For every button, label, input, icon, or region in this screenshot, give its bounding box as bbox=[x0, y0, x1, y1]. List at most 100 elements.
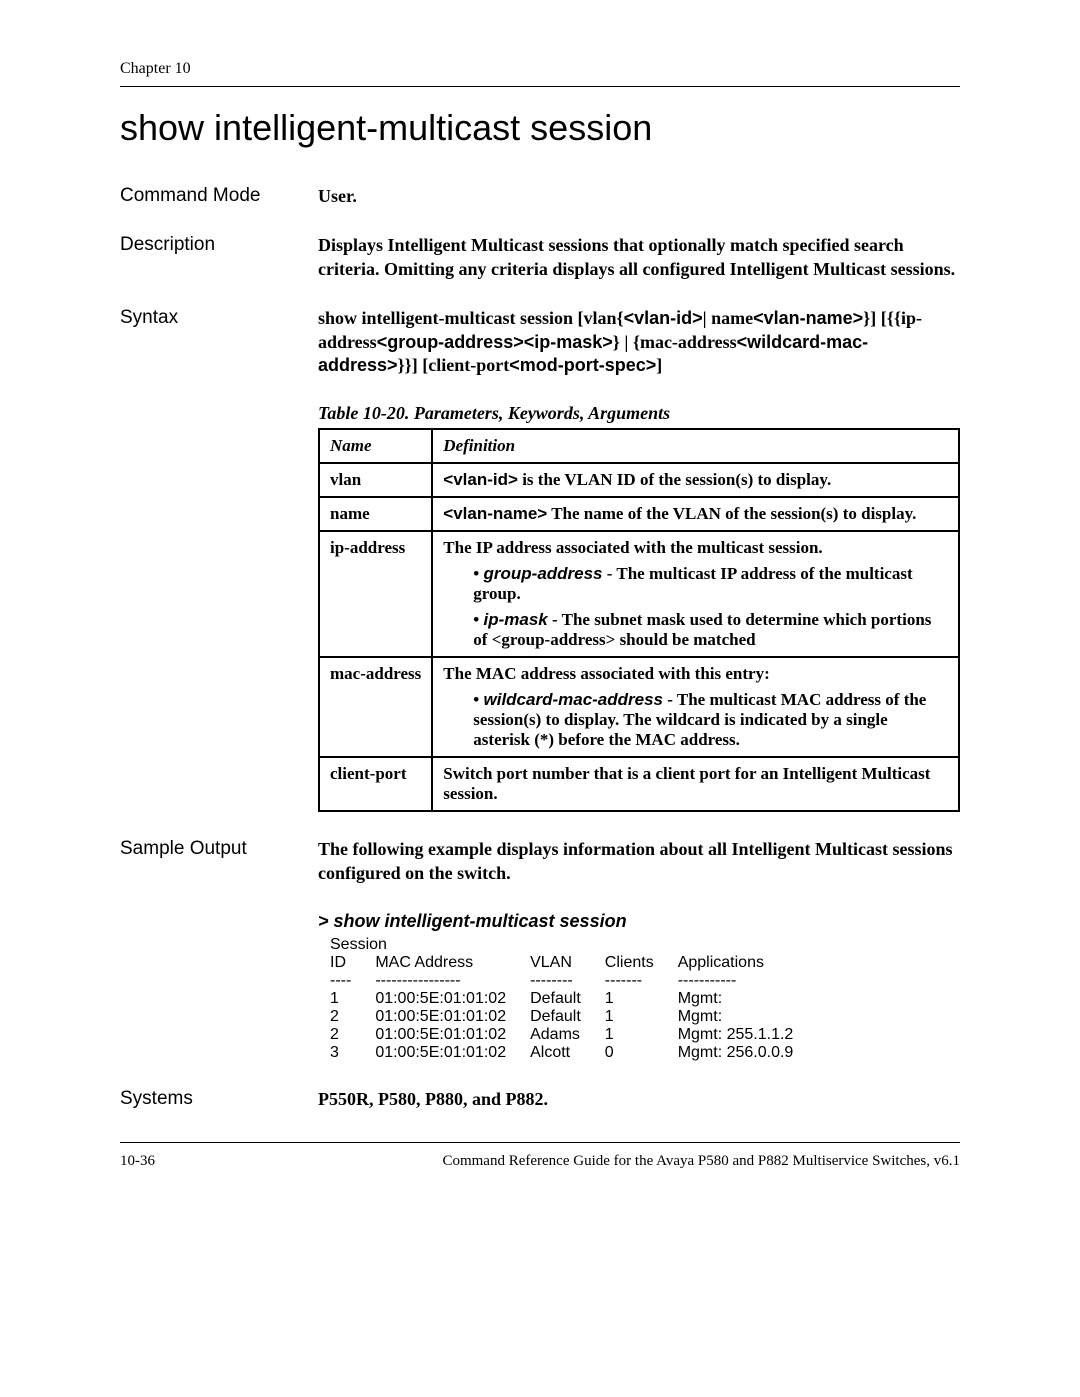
dash: ---- bbox=[318, 972, 363, 990]
footer-guide-title: Command Reference Guide for the Avaya P5… bbox=[442, 1153, 960, 1170]
footer-page-number: 10-36 bbox=[120, 1153, 155, 1170]
bullet-list: wildcard-mac-address - The multicast MAC… bbox=[443, 690, 948, 750]
param-name: ip-address bbox=[319, 531, 432, 657]
table-row: vlan <vlan-id> is the VLAN ID of the ses… bbox=[319, 463, 959, 497]
bullet-term: wildcard-mac-address bbox=[484, 690, 664, 709]
bullet-item: ip-mask - The subnet mask used to determ… bbox=[473, 610, 948, 650]
table-caption: Table 10-20. Parameters, Keywords, Argum… bbox=[318, 403, 960, 424]
table-row: mac-address The MAC address associated w… bbox=[319, 657, 959, 757]
param-arg: <vlan-id> bbox=[443, 470, 518, 489]
col-header: MAC Address bbox=[363, 954, 518, 972]
dash: ---------------- bbox=[363, 972, 518, 990]
sample-output-label: Sample Output bbox=[120, 838, 318, 860]
param-name: mac-address bbox=[319, 657, 432, 757]
bullet-list: group-address - The multicast IP address… bbox=[443, 564, 948, 650]
col-header: Applications bbox=[666, 954, 806, 972]
table-header-name: Name bbox=[319, 429, 432, 463]
dash: ----------- bbox=[666, 972, 806, 990]
systems-value: P550R, P580, P880, and P882. bbox=[318, 1088, 960, 1111]
table-row: ip-address The IP address associated wit… bbox=[319, 531, 959, 657]
parameters-table: Name Definition vlan <vlan-id> is the VL… bbox=[318, 428, 960, 812]
param-text: The IP address associated with the multi… bbox=[443, 538, 822, 557]
syntax-arg-modportspec: <mod-port-spec> bbox=[509, 355, 656, 375]
param-definition: The MAC address associated with this ent… bbox=[432, 657, 959, 757]
cell: 1 bbox=[318, 990, 363, 1008]
cell: Mgmt: bbox=[666, 990, 806, 1008]
col-header: ID bbox=[318, 954, 363, 972]
col-header: VLAN bbox=[518, 954, 593, 972]
cell: Mgmt: 256.0.0.9 bbox=[666, 1044, 806, 1062]
cell: 1 bbox=[593, 1008, 666, 1026]
param-arg: <vlan-name> bbox=[443, 504, 547, 523]
param-definition: Switch port number that is a client port… bbox=[432, 757, 959, 811]
cell: 0 bbox=[593, 1044, 666, 1062]
command-mode-label: Command Mode bbox=[120, 185, 318, 207]
command-mode-value: User. bbox=[318, 185, 960, 208]
bullet-item: wildcard-mac-address - The multicast MAC… bbox=[473, 690, 948, 750]
table-row: 1 01:00:5E:01:01:02 Default 1 Mgmt: bbox=[318, 990, 805, 1008]
description-value: Displays Intelligent Multicast sessions … bbox=[318, 234, 960, 281]
cell: Alcott bbox=[518, 1044, 593, 1062]
sample-command: > show intelligent-multicast session bbox=[318, 911, 960, 932]
chapter-header: Chapter 10 bbox=[120, 60, 960, 78]
cell: 01:00:5E:01:01:02 bbox=[363, 1008, 518, 1026]
bullet-term: group-address bbox=[484, 564, 603, 583]
param-text: The name of the VLAN of the session(s) t… bbox=[547, 504, 916, 523]
syntax-text: } | {mac-address bbox=[613, 332, 737, 352]
syntax-arg-groupaddress: <group-address> bbox=[377, 332, 524, 352]
sample-output-row: Sample Output The following example disp… bbox=[120, 838, 960, 885]
param-name: name bbox=[319, 497, 432, 531]
table-row: name <vlan-name> The name of the VLAN of… bbox=[319, 497, 959, 531]
param-name: client-port bbox=[319, 757, 432, 811]
cell: 2 bbox=[318, 1008, 363, 1026]
cell: 01:00:5E:01:01:02 bbox=[363, 1026, 518, 1044]
dash: -------- bbox=[518, 972, 593, 990]
page-title: show intelligent-multicast session bbox=[120, 107, 960, 149]
col-header: Clients bbox=[593, 954, 666, 972]
cell: Mgmt: bbox=[666, 1008, 806, 1026]
sample-output-intro: The following example displays informati… bbox=[318, 838, 960, 885]
syntax-text: }}] [client-port bbox=[398, 355, 510, 375]
session-label: Session bbox=[318, 932, 805, 954]
table-row: 2 01:00:5E:01:01:02 Default 1 Mgmt: bbox=[318, 1008, 805, 1026]
footer-rule bbox=[120, 1142, 960, 1143]
description-row: Description Displays Intelligent Multica… bbox=[120, 234, 960, 281]
syntax-arg-vlanid: <vlan-id> bbox=[624, 308, 703, 328]
table-row: client-port Switch port number that is a… bbox=[319, 757, 959, 811]
cell: Default bbox=[518, 990, 593, 1008]
systems-row: Systems P550R, P580, P880, and P882. bbox=[120, 1088, 960, 1111]
param-definition: <vlan-name> The name of the VLAN of the … bbox=[432, 497, 959, 531]
cell: Mgmt: 255.1.1.2 bbox=[666, 1026, 806, 1044]
cell: Adams bbox=[518, 1026, 593, 1044]
syntax-row: Syntax show intelligent-multicast sessio… bbox=[120, 307, 960, 377]
cell: 3 bbox=[318, 1044, 363, 1062]
param-text: The MAC address associated with this ent… bbox=[443, 664, 769, 683]
cell: 01:00:5E:01:01:02 bbox=[363, 1044, 518, 1062]
systems-label: Systems bbox=[120, 1088, 318, 1110]
param-text: is the VLAN ID of the session(s) to disp… bbox=[518, 470, 831, 489]
page-footer: 10-36 Command Reference Guide for the Av… bbox=[120, 1153, 960, 1170]
param-name: vlan bbox=[319, 463, 432, 497]
dash: ------- bbox=[593, 972, 666, 990]
sample-output-table: Session ID MAC Address VLAN Clients Appl… bbox=[318, 932, 805, 1062]
bullet-item: group-address - The multicast IP address… bbox=[473, 564, 948, 604]
table-row: 3 01:00:5E:01:01:02 Alcott 0 Mgmt: 256.0… bbox=[318, 1044, 805, 1062]
syntax-text: | name bbox=[703, 308, 753, 328]
header-rule bbox=[120, 86, 960, 87]
cell: 1 bbox=[593, 990, 666, 1008]
syntax-text: show intelligent-multicast session [vlan… bbox=[318, 308, 624, 328]
syntax-label: Syntax bbox=[120, 307, 318, 329]
table-header-definition: Definition bbox=[432, 429, 959, 463]
cell: 2 bbox=[318, 1026, 363, 1044]
description-label: Description bbox=[120, 234, 318, 256]
cell: 01:00:5E:01:01:02 bbox=[363, 990, 518, 1008]
syntax-value: show intelligent-multicast session [vlan… bbox=[318, 307, 960, 377]
cell: Default bbox=[518, 1008, 593, 1026]
cell: 1 bbox=[593, 1026, 666, 1044]
param-definition: The IP address associated with the multi… bbox=[432, 531, 959, 657]
syntax-text: ] bbox=[656, 355, 662, 375]
table-row: 2 01:00:5E:01:01:02 Adams 1 Mgmt: 255.1.… bbox=[318, 1026, 805, 1044]
table-header-row: ID MAC Address VLAN Clients Applications bbox=[318, 954, 805, 972]
param-definition: <vlan-id> is the VLAN ID of the session(… bbox=[432, 463, 959, 497]
bullet-term: ip-mask bbox=[484, 610, 548, 629]
